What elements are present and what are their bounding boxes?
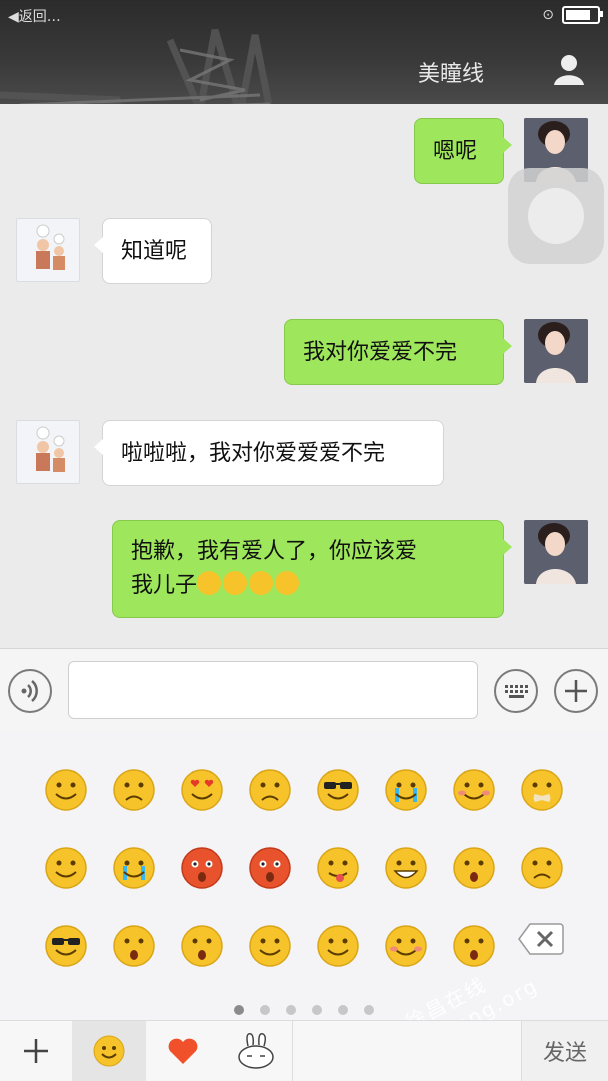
add-button[interactable] (554, 669, 598, 713)
assistive-touch-button[interactable] (508, 168, 604, 264)
woman-portrait-icon (524, 520, 588, 584)
crying-emoji-icon[interactable] (384, 768, 428, 812)
profile-icon[interactable] (552, 52, 586, 86)
my-avatar[interactable] (524, 520, 588, 584)
battery-icon (562, 6, 603, 24)
plus-icon (24, 1039, 48, 1063)
keyboard-icon (505, 685, 528, 698)
smile-blush-emoji-icon[interactable] (384, 924, 428, 968)
page-dot[interactable] (234, 1005, 244, 1015)
shy-emoji-icon[interactable] (452, 768, 496, 812)
tab-add-sticker[interactable] (0, 1021, 72, 1081)
tongue-emoji-icon[interactable] (316, 846, 360, 890)
smile-emoji-icon[interactable] (44, 768, 88, 812)
heart-eyes-emoji-icon[interactable] (180, 768, 224, 812)
tab-favorites[interactable] (146, 1021, 220, 1081)
chef-kids-icon (36, 426, 65, 472)
smiley-icon (93, 1035, 125, 1067)
input-bar (0, 648, 608, 734)
voice-button[interactable] (8, 669, 52, 713)
rotation-lock-icon: ⊙ (542, 7, 554, 23)
surprised-emoji-icon[interactable] (452, 846, 496, 890)
shut-mouth-emoji-icon[interactable] (520, 768, 564, 812)
message-bubble-sent[interactable]: 我对你爱爱不完 (284, 319, 512, 385)
sob-emoji-icon[interactable] (112, 846, 156, 890)
scream-emoji-icon[interactable] (180, 924, 224, 968)
page-dot[interactable] (260, 1005, 270, 1015)
rabbit-sticker-icon (238, 1033, 274, 1069)
message-bubble-sent[interactable]: 嗯呢 (414, 118, 512, 184)
chat-header: ◀返回… ⊙ 美瞳线 (0, 0, 608, 149)
message-list[interactable]: 嗯呢 知道呢 我对你爱爱不完 啦啦啦，我对你爱爱爱不完 抱歉，我有爱人了，你应该… (0, 104, 608, 648)
hug-emoji-icon[interactable] (316, 924, 360, 968)
page-dot[interactable] (286, 1005, 296, 1015)
contact-avatar[interactable] (16, 218, 80, 282)
emoji-tabbar: 发送 (0, 1020, 608, 1081)
hug-emoji-icon (223, 571, 248, 595)
hug-emoji-icon (275, 571, 300, 595)
chat-title: 美瞳线 (418, 62, 485, 87)
sleepy-emoji-icon[interactable] (44, 846, 88, 890)
message-bubble-received[interactable]: 啦啦啦，我对你爱爱爱不完 (94, 420, 444, 486)
message-input[interactable] (68, 661, 478, 719)
contact-avatar[interactable] (16, 420, 80, 484)
sad-emoji-icon[interactable] (520, 846, 564, 890)
hug-emoji-icon (197, 571, 222, 595)
page-dot[interactable] (312, 1005, 322, 1015)
message-line: 抱歉，我有爱人了，你应该爱 (131, 539, 418, 564)
message-bubble-received[interactable]: 知道呢 (94, 218, 212, 284)
heart-icon (168, 1038, 198, 1064)
my-avatar[interactable] (524, 319, 588, 383)
angry-emoji-icon[interactable] (248, 768, 292, 812)
dizzy-emoji-icon[interactable] (248, 924, 292, 968)
chef-kids-icon (36, 224, 65, 270)
send-button[interactable]: 发送 (521, 1021, 608, 1081)
innocent-emoji-icon[interactable] (112, 924, 156, 968)
blush-shock-emoji-icon[interactable] (180, 846, 224, 890)
awkward-emoji-icon[interactable] (112, 768, 156, 812)
hug-emoji-icon (249, 571, 274, 595)
message-line: 我儿子 (131, 569, 485, 603)
furious-emoji-icon[interactable] (248, 846, 292, 890)
voice-icon (21, 680, 38, 702)
cool-emoji-icon[interactable] (316, 768, 360, 812)
keyboard-button[interactable] (494, 669, 538, 713)
message-bubble-sent[interactable]: 抱歉，我有爱人了，你应该爱 我儿子 (112, 520, 512, 618)
page-dot[interactable] (364, 1005, 374, 1015)
plus-icon (565, 680, 587, 702)
back-link[interactable]: ◀返回… (8, 6, 61, 26)
page-dot[interactable] (338, 1005, 348, 1015)
woman-portrait-icon (524, 319, 588, 383)
status-bar: ◀返回… ⊙ (8, 6, 603, 26)
grin-emoji-icon[interactable] (384, 846, 428, 890)
tab-emoji[interactable] (72, 1021, 146, 1081)
sunglasses-smug-emoji-icon[interactable] (44, 924, 88, 968)
tab-sticker-pack[interactable] (220, 1021, 293, 1081)
